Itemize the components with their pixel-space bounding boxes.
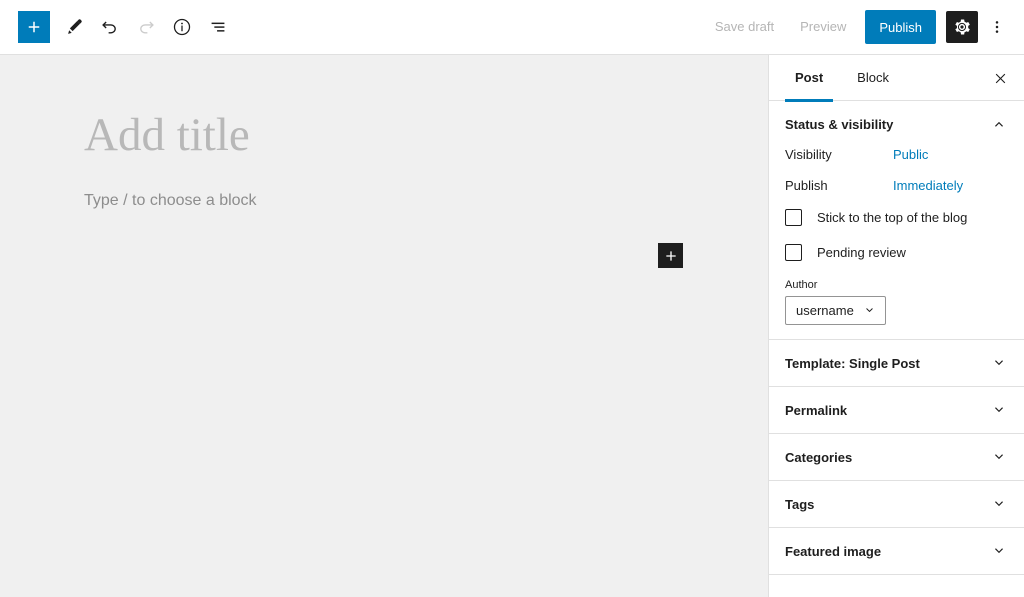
panel-featured-image: Featured image — [769, 528, 1024, 575]
panel-template: Template: Single Post — [769, 340, 1024, 387]
info-icon — [173, 18, 191, 36]
sticky-checkbox-label[interactable]: Stick to the top of the blog — [817, 210, 967, 225]
visibility-label: Visibility — [785, 147, 832, 162]
panel-title: Template: Single Post — [785, 355, 920, 371]
panel-tags: Tags — [769, 481, 1024, 528]
chevron-down-icon — [990, 354, 1008, 372]
panel-title: Permalink — [785, 402, 848, 418]
toolbar-right-group: Save draft Preview Publish — [702, 0, 1024, 54]
settings-sidebar: Post Block Status & visibility Visibilit… — [768, 55, 1024, 597]
panel-permalink-header[interactable]: Permalink — [769, 387, 1024, 433]
publish-date-value-button[interactable]: Immediately — [893, 178, 963, 193]
list-view-button[interactable] — [200, 9, 236, 45]
publish-date-row: Publish Immediately — [785, 178, 1008, 193]
panel-template-header[interactable]: Template: Single Post — [769, 340, 1024, 386]
panel-categories-header[interactable]: Categories — [769, 434, 1024, 480]
panel-featured-image-header[interactable]: Featured image — [769, 528, 1024, 574]
canvas-block-inserter-button[interactable] — [658, 243, 683, 268]
save-draft-button[interactable]: Save draft — [702, 10, 787, 44]
gear-icon — [955, 19, 970, 35]
visibility-value-button[interactable]: Public — [893, 147, 928, 162]
sticky-checkbox[interactable] — [785, 209, 802, 226]
chevron-down-icon — [862, 303, 877, 318]
block-inserter-button[interactable] — [18, 11, 50, 43]
default-block-input[interactable]: Type / to choose a block — [84, 192, 257, 210]
publish-button[interactable]: Publish — [865, 10, 936, 44]
details-info-button[interactable] — [164, 9, 200, 45]
author-select-value: username — [796, 303, 854, 318]
pending-review-checkbox-label[interactable]: Pending review — [817, 245, 906, 260]
undo-icon — [102, 21, 116, 34]
close-icon — [995, 73, 1005, 83]
panel-tags-header[interactable]: Tags — [769, 481, 1024, 527]
panel-title: Featured image — [785, 543, 882, 559]
tab-block[interactable]: Block — [847, 55, 899, 101]
publish-date-label: Publish — [785, 178, 828, 193]
tab-post[interactable]: Post — [785, 55, 834, 102]
redo-button[interactable] — [128, 9, 164, 45]
plus-icon — [28, 21, 40, 33]
preview-button[interactable]: Preview — [787, 10, 859, 44]
toolbar-left-group — [0, 0, 236, 54]
panel-title: Categories — [785, 449, 853, 465]
tools-pencil-button[interactable] — [56, 9, 92, 45]
panel-status-visibility-header[interactable]: Status & visibility — [769, 101, 1024, 147]
panel-title: Status & visibility — [785, 116, 894, 132]
visibility-row: Visibility Public — [785, 147, 1008, 162]
panel-permalink: Permalink — [769, 387, 1024, 434]
more-options-button[interactable] — [980, 10, 1014, 44]
kebab-menu-icon — [995, 21, 999, 33]
author-field: Author username — [785, 279, 1008, 325]
sticky-checkbox-row: Stick to the top of the blog — [785, 209, 1008, 226]
chevron-down-icon — [990, 542, 1008, 560]
plus-icon — [665, 250, 676, 261]
settings-gear-button[interactable] — [946, 11, 978, 43]
editor-canvas: Add title Type / to choose a block — [0, 55, 768, 597]
wordpress-block-editor: Save draft Preview Publish Add title Typ… — [0, 0, 1024, 597]
chevron-down-icon — [990, 495, 1008, 513]
chevron-down-icon — [990, 448, 1008, 466]
author-label: Author — [785, 279, 818, 291]
pending-review-checkbox[interactable] — [785, 244, 802, 261]
panel-title: Tags — [785, 496, 815, 512]
panel-status-visibility-body: Visibility Public Publish Immediately St… — [769, 147, 1024, 339]
sidebar-tabs: Post Block — [769, 55, 1024, 102]
redo-icon — [140, 21, 154, 34]
pencil-icon — [68, 19, 82, 34]
panel-status-visibility: Status & visibility Visibility Public Pu… — [769, 101, 1024, 340]
close-sidebar-button[interactable] — [986, 64, 1014, 92]
chevron-up-icon — [990, 115, 1008, 133]
undo-button[interactable] — [92, 9, 128, 45]
chevron-down-icon — [990, 401, 1008, 419]
list-view-icon — [211, 22, 225, 32]
post-title-input[interactable]: Add title — [84, 109, 250, 162]
author-select[interactable]: username — [785, 296, 886, 325]
panel-categories: Categories — [769, 434, 1024, 481]
pending-review-checkbox-row: Pending review — [785, 244, 1008, 261]
editor-toolbar: Save draft Preview Publish — [0, 0, 1024, 55]
